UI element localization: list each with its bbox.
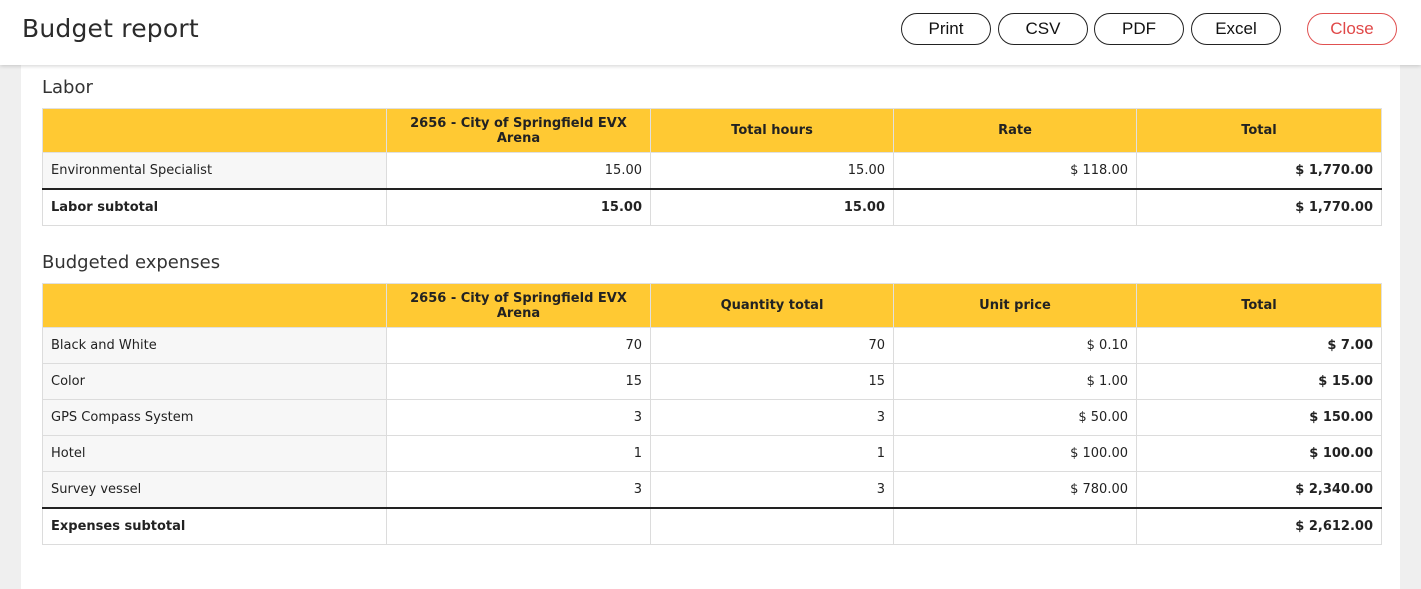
rate-cell: $ 118.00 [893, 152, 1137, 190]
unit-price-cell: $ 100.00 [893, 435, 1137, 472]
expenses-section-title: Budgeted expenses [42, 252, 221, 273]
unit-price-cell: $ 1.00 [893, 363, 1137, 400]
subtotal-unit-price [893, 507, 1137, 545]
excel-button[interactable]: Excel [1191, 13, 1281, 45]
report-panel: Labor 2656 - City of Springfield EVX Are… [21, 65, 1400, 589]
labor-col-rate: Rate [893, 108, 1137, 153]
row-label: Hotel [42, 435, 387, 472]
quantity-cell: 70 [650, 327, 894, 364]
expenses-table: 2656 - City of Springfield EVX Arena Qua… [42, 283, 1382, 545]
site-cell: 3 [386, 399, 651, 436]
site-cell: 15 [386, 363, 651, 400]
row-label: Color [42, 363, 387, 400]
unit-price-cell: $ 50.00 [893, 399, 1137, 436]
total-cell: $ 15.00 [1136, 363, 1382, 400]
expenses-subtotal-row: Expenses subtotal $ 2,612.00 [42, 507, 1382, 545]
total-cell: $ 100.00 [1136, 435, 1382, 472]
close-button[interactable]: Close [1307, 13, 1397, 45]
expenses-col-quantity: Quantity total [650, 283, 894, 328]
labor-col-label [42, 108, 387, 153]
total-cell: $ 2,340.00 [1136, 471, 1382, 509]
row-label: Survey vessel [42, 471, 387, 509]
table-row: Survey vessel 3 3 $ 780.00 $ 2,340.00 [42, 471, 1382, 509]
site-cell: 70 [386, 327, 651, 364]
total-cell: $ 150.00 [1136, 399, 1382, 436]
total-cell: $ 1,770.00 [1136, 152, 1382, 190]
labor-col-hours: Total hours [650, 108, 894, 153]
csv-button[interactable]: CSV [998, 13, 1088, 45]
subtotal-total: $ 2,612.00 [1136, 507, 1382, 545]
page-title: Budget report [22, 14, 199, 43]
labor-header-row: 2656 - City of Springfield EVX Arena Tot… [42, 108, 1382, 153]
quantity-cell: 1 [650, 435, 894, 472]
labor-subtotal-row: Labor subtotal 15.00 15.00 $ 1,770.00 [42, 188, 1382, 226]
expenses-col-site: 2656 - City of Springfield EVX Arena [386, 283, 651, 328]
expenses-col-total: Total [1136, 283, 1382, 328]
pdf-button[interactable]: PDF [1094, 13, 1184, 45]
subtotal-label: Labor subtotal [42, 188, 387, 226]
site-cell: 1 [386, 435, 651, 472]
expenses-col-label [42, 283, 387, 328]
labor-col-site: 2656 - City of Springfield EVX Arena [386, 108, 651, 153]
site-cell: 3 [386, 471, 651, 509]
table-row: Color 15 15 $ 1.00 $ 15.00 [42, 363, 1382, 400]
expenses-col-unit-price: Unit price [893, 283, 1137, 328]
print-button[interactable]: Print [901, 13, 991, 45]
labor-table: 2656 - City of Springfield EVX Arena Tot… [42, 108, 1382, 226]
header-bar: Budget report Print CSV PDF Excel Close [0, 0, 1421, 65]
subtotal-site [386, 507, 651, 545]
subtotal-label: Expenses subtotal [42, 507, 387, 545]
unit-price-cell: $ 0.10 [893, 327, 1137, 364]
quantity-cell: 3 [650, 399, 894, 436]
table-row: Hotel 1 1 $ 100.00 $ 100.00 [42, 435, 1382, 472]
table-row: Black and White 70 70 $ 0.10 $ 7.00 [42, 327, 1382, 364]
unit-price-cell: $ 780.00 [893, 471, 1137, 509]
table-row: Environmental Specialist 15.00 15.00 $ 1… [42, 152, 1382, 190]
subtotal-hours: 15.00 [650, 188, 894, 226]
hours-cell: 15.00 [650, 152, 894, 190]
labor-section-title: Labor [42, 77, 93, 98]
quantity-cell: 3 [650, 471, 894, 509]
total-cell: $ 7.00 [1136, 327, 1382, 364]
labor-col-total: Total [1136, 108, 1382, 153]
row-label: Black and White [42, 327, 387, 364]
subtotal-total: $ 1,770.00 [1136, 188, 1382, 226]
quantity-cell: 15 [650, 363, 894, 400]
row-label: Environmental Specialist [42, 152, 387, 190]
subtotal-quantity [650, 507, 894, 545]
row-label: GPS Compass System [42, 399, 387, 436]
subtotal-rate [893, 188, 1137, 226]
subtotal-site: 15.00 [386, 188, 651, 226]
expenses-header-row: 2656 - City of Springfield EVX Arena Qua… [42, 283, 1382, 328]
site-cell: 15.00 [386, 152, 651, 190]
table-row: GPS Compass System 3 3 $ 50.00 $ 150.00 [42, 399, 1382, 436]
